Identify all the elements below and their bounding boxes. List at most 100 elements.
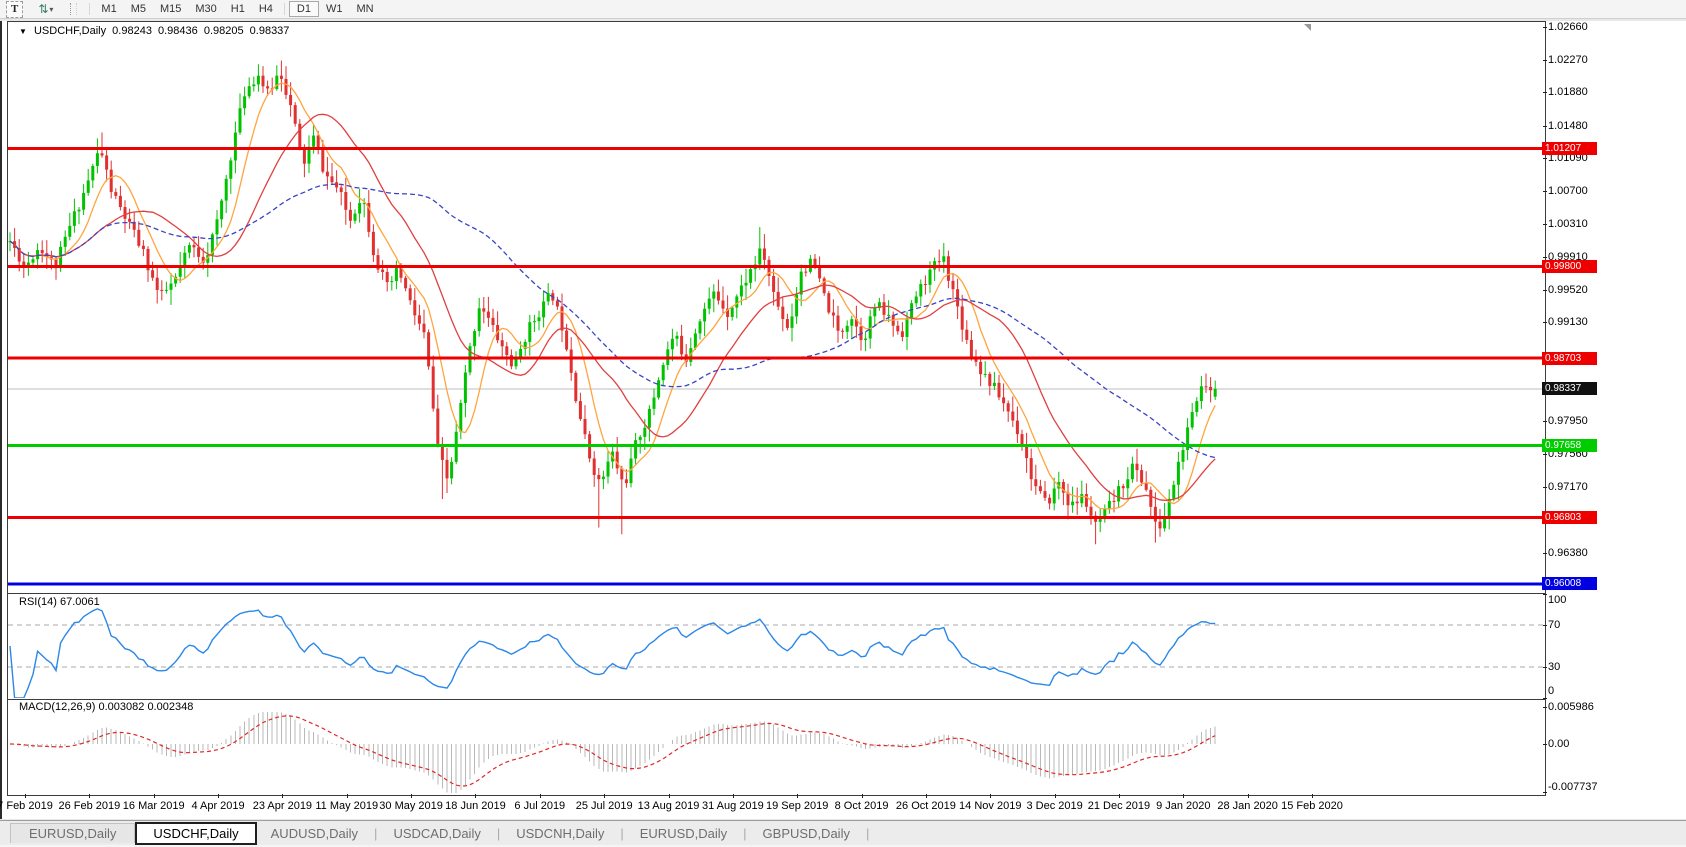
price-badge: 0.97658 (1542, 439, 1597, 453)
rsi-canvas[interactable] (8, 594, 1543, 698)
chart-window: ▼ USDCHF,Daily 0.98243 0.98436 0.98205 0… (0, 21, 1686, 819)
top-toolbar: T ⇅ ▾ M1 M5 M15 M30 H1 H4 D1 W1 MN (0, 0, 1686, 19)
price-tick-mark (1543, 92, 1547, 94)
price-tick-mark (1543, 125, 1547, 127)
rsi-label: RSI(14) 67.0061 (19, 596, 100, 608)
date-tick-mark (925, 794, 927, 798)
cycle-symbols-button[interactable]: ⇅ ▾ (23, 2, 60, 17)
rsi-tick-label: 70 (1548, 619, 1561, 632)
date-label: 19 Sep 2019 (765, 800, 829, 812)
date-tick-mark (1247, 794, 1249, 798)
macd-tick-mark (1543, 791, 1547, 793)
date-tick-mark (411, 794, 413, 798)
date-label: 26 Oct 2019 (895, 800, 956, 812)
price-tick-mark (1543, 486, 1547, 488)
rsi-tick-label: 100 (1548, 594, 1567, 606)
macd-canvas[interactable] (8, 700, 1543, 793)
rsi-tick-mark (1543, 698, 1547, 699)
price-tick-label: 1.00700 (1548, 185, 1588, 198)
date-tick-mark (218, 794, 220, 798)
price-tick-mark (1543, 59, 1547, 61)
date-tick-mark (153, 794, 155, 798)
toolbar-grip (70, 3, 78, 15)
macd-panel[interactable]: MACD(12,26,9) 0.003082 0.002348 (7, 699, 1546, 796)
price-badge: 0.98703 (1542, 351, 1597, 365)
date-tick-mark (475, 794, 477, 798)
timeframe-button-w1[interactable]: W1 (319, 2, 350, 17)
date-tick-mark (990, 794, 992, 798)
price-tick-label: 1.01480 (1548, 119, 1588, 132)
date-label: 9 Jan 2020 (1156, 800, 1211, 812)
date-label: 28 Jan 2020 (1217, 800, 1278, 812)
price-tick-mark (1543, 257, 1547, 259)
macd-tick-mark (1543, 744, 1547, 746)
chevron-down-icon[interactable]: ▾ (49, 5, 53, 14)
chart-tab-eurusd-daily[interactable]: EURUSD,Daily (626, 824, 741, 843)
date-label: 25 Jul 2019 (575, 800, 633, 812)
ohlc-open: 0.98243 (112, 25, 152, 37)
price-tick-label: 1.02660 (1548, 21, 1588, 34)
chart-symbol: USDCHF,Daily (33, 25, 107, 37)
price-chart-panel[interactable]: ▼ USDCHF,Daily 0.98243 0.98436 0.98205 0… (7, 21, 1546, 595)
price-tick-mark (1543, 289, 1547, 291)
date-tick-mark (604, 794, 606, 798)
date-tick-mark (346, 794, 348, 798)
date-label: 15 Feb 2020 (1281, 800, 1343, 812)
toolbar-separator (89, 3, 91, 15)
ohlc-high: 0.98436 (158, 25, 198, 37)
macd-name: MACD(12,26,9) (19, 701, 96, 713)
price-badge: 0.99800 (1542, 259, 1597, 273)
price-tick-mark (1543, 27, 1547, 29)
macd-tick-label: 0.005986 (1548, 700, 1594, 713)
text-tool-button[interactable]: T (6, 0, 24, 18)
timeframe-button-h1[interactable]: H1 (224, 2, 252, 17)
chart-tab-usdcnh-daily[interactable]: USDCNH,Daily (502, 824, 618, 843)
rsi-tick-label: 30 (1548, 660, 1561, 673)
chart-tab-audusd-daily[interactable]: AUDUSD,Daily (257, 824, 372, 843)
price-badge: 0.96008 (1542, 577, 1597, 591)
cycle-arrows-icon: ⇅ (38, 2, 49, 16)
date-tick-mark (1312, 794, 1313, 798)
timeframe-button-m1[interactable]: M1 (94, 2, 123, 17)
timeframe-button-m5[interactable]: M5 (124, 2, 153, 17)
price-tick-mark (1543, 322, 1547, 324)
date-tick-mark (539, 794, 541, 798)
price-chart-canvas[interactable] (8, 22, 1543, 592)
rsi-value: 67.0061 (59, 596, 100, 608)
chart-tab-bar: EURUSD,Daily USDCHF,Daily AUDUSD,Daily | USD… (0, 820, 1686, 845)
date-label: 18 Jun 2019 (445, 800, 506, 812)
price-tick-label: 0.97950 (1548, 415, 1588, 428)
price-tick-label: 0.99130 (1548, 316, 1588, 329)
price-tick-mark (1543, 223, 1547, 225)
date-label: 8 Oct 2019 (834, 800, 889, 812)
timeframe-button-m15[interactable]: M15 (153, 2, 188, 17)
price-tick-mark (1543, 552, 1547, 554)
tab-separator: | (620, 825, 624, 841)
date-label: 11 May 2019 (315, 800, 379, 812)
price-tick-mark (1543, 421, 1547, 423)
timeframe-button-mn[interactable]: MN (349, 2, 380, 17)
price-tick-mark (1543, 191, 1547, 193)
rsi-tick-mark (1543, 625, 1547, 627)
ohlc-close: 0.98337 (249, 25, 290, 37)
timeframe-button-d1[interactable]: D1 (288, 1, 319, 17)
price-tick-label: 1.00310 (1548, 217, 1588, 230)
autoscroll-marker-icon[interactable] (1304, 24, 1311, 31)
price-tick-label: 0.99520 (1548, 283, 1588, 296)
price-tick-mark (1543, 453, 1547, 455)
price-badge: 0.96803 (1542, 510, 1597, 524)
macd-main-value: 0.003082 (98, 701, 145, 713)
macd-tick-label: -0.007737 (1548, 781, 1598, 793)
ohlc-low: 0.98205 (203, 25, 244, 37)
chart-expand-icon[interactable]: ▼ (19, 27, 27, 36)
chart-tab-eurusd-daily[interactable]: EURUSD,Daily (10, 823, 136, 843)
date-tick-mark (1183, 794, 1185, 798)
timeframe-button-m30[interactable]: M30 (188, 2, 223, 17)
chart-tab-usdcad-daily[interactable]: USDCAD,Daily (379, 824, 494, 843)
chart-tab-gbpusd-daily[interactable]: GBPUSD,Daily (749, 824, 864, 843)
timeframe-button-h4[interactable]: H4 (252, 2, 280, 17)
date-tick-mark (282, 794, 284, 798)
rsi-panel[interactable]: RSI(14) 67.0061 (7, 593, 1546, 701)
chart-tab-usdchf-daily[interactable]: USDCHF,Daily (135, 821, 257, 845)
date-tick-mark (1054, 794, 1056, 798)
